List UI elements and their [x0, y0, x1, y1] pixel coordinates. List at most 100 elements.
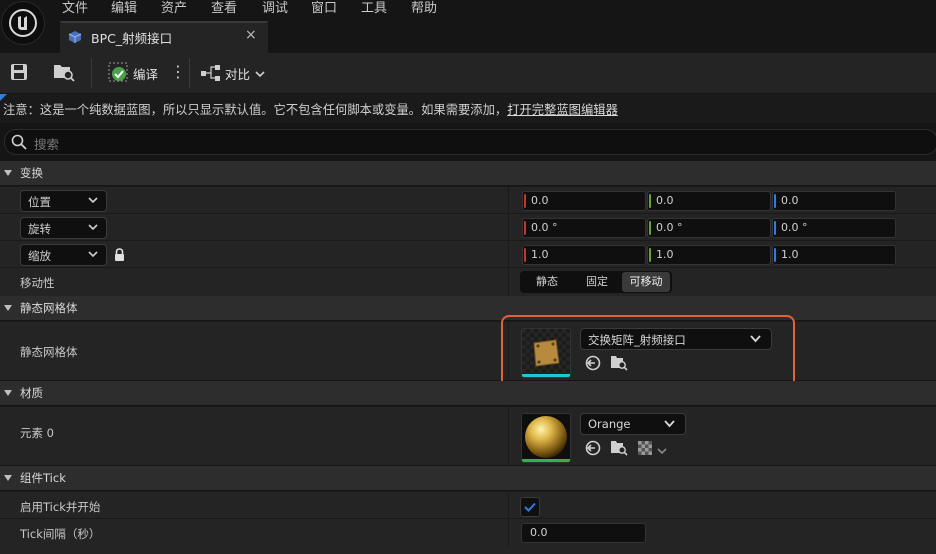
collapse-triangle-icon[interactable] [4, 170, 12, 176]
tab-title: BPC_射频接口 [91, 31, 173, 46]
rotation-y-input[interactable]: 0.0 ° [647, 218, 771, 238]
category-transform[interactable]: 变换 [0, 161, 936, 185]
category-label: 静态网格体 [20, 301, 78, 315]
location-label: 位置 [28, 195, 51, 209]
menu-help[interactable]: 帮助 [411, 0, 437, 16]
y-axis-marker [649, 248, 651, 262]
property-row-rotation: 旋转 0.0 ° 0.0 ° 0.0 ° [0, 213, 936, 241]
location-y-input[interactable]: 0.0 [647, 191, 771, 211]
rotation-x-input[interactable]: 0.0 ° [522, 218, 646, 238]
column-divider[interactable] [508, 492, 509, 519]
menu-edit[interactable]: 编辑 [111, 0, 137, 16]
column-divider[interactable] [508, 241, 509, 268]
y-axis-marker [649, 221, 651, 235]
browse-folder-icon[interactable] [53, 62, 75, 85]
tick-interval-label: Tick间隔（秒） [20, 527, 101, 541]
diff-icon[interactable] [200, 63, 222, 86]
material-thumbnail[interactable] [521, 413, 571, 463]
menu-tools[interactable]: 工具 [361, 0, 387, 16]
notice-corner-marker [0, 94, 7, 101]
rotation-z-input[interactable]: 0.0 ° [772, 218, 896, 238]
toolbar-separator [189, 58, 190, 88]
column-divider[interactable] [508, 187, 509, 214]
collapse-triangle-icon[interactable] [4, 390, 12, 396]
checkmark-icon [524, 502, 536, 512]
material-asset-picker[interactable]: Orange [580, 413, 686, 435]
property-row-mobility: 移动性 静态 固定 可移动 [0, 267, 936, 296]
compile-options-icon[interactable]: ⋮ [170, 62, 186, 81]
blueprint-component-icon [67, 29, 83, 48]
rotation-mode-dropdown[interactable]: 旋转 [20, 217, 107, 239]
title-bar: 文件 编辑 资产 查看 调试 窗口 工具 帮助 BPC_射频接口 × [0, 0, 936, 56]
mobility-movable-option[interactable]: 可移动 [622, 272, 670, 292]
start-with-tick-checkbox[interactable] [520, 497, 540, 517]
category-materials[interactable]: 材质 [0, 381, 936, 405]
column-divider[interactable] [508, 268, 509, 296]
notice-text: 注意：这是一个纯数据蓝图，所以只显示默认值。它不包含任何脚本或变量。如果需要添加… [3, 103, 508, 117]
menu-asset[interactable]: 资产 [161, 0, 187, 16]
chevron-down-icon [88, 224, 98, 231]
tab-close-icon[interactable]: × [245, 27, 257, 43]
menu-window[interactable]: 窗口 [311, 0, 337, 16]
column-divider[interactable] [508, 519, 509, 547]
menu-view[interactable]: 查看 [211, 0, 237, 16]
scale-z-input[interactable]: 1.0 [772, 245, 896, 265]
compile-button[interactable]: 编译 [133, 64, 158, 83]
toolbar-separator [91, 58, 92, 88]
rotation-label: 旋转 [28, 222, 51, 236]
column-divider[interactable] [508, 407, 509, 465]
location-mode-dropdown[interactable]: 位置 [20, 190, 107, 212]
scale-x-input[interactable]: 1.0 [522, 245, 646, 265]
chevron-down-icon [664, 420, 675, 428]
z-axis-marker [774, 221, 776, 235]
chevron-down-icon [88, 197, 98, 204]
property-row-tick-interval: Tick间隔（秒） 0.0 [0, 518, 936, 547]
chevron-down-icon[interactable] [255, 67, 265, 81]
unreal-logo-icon[interactable] [1, 1, 45, 45]
z-axis-marker [774, 248, 776, 262]
x-axis-marker [524, 248, 526, 262]
tab-accent [60, 21, 268, 23]
mobility-static-option[interactable]: 静态 [524, 272, 570, 292]
scale-mode-dropdown[interactable]: 缩放 [20, 244, 107, 266]
menu-debug[interactable]: 调试 [262, 0, 288, 16]
save-icon[interactable] [10, 63, 28, 84]
mobility-stationary-option[interactable]: 固定 [574, 272, 620, 292]
diff-button[interactable]: 对比 [225, 64, 250, 83]
x-axis-marker [524, 221, 526, 235]
chevron-down-icon[interactable] [657, 444, 667, 458]
category-label: 变换 [20, 166, 43, 180]
location-z-input[interactable]: 0.0 [772, 191, 896, 211]
tab-blueprint[interactable]: BPC_射频接口 × [60, 21, 268, 53]
collapse-triangle-icon[interactable] [4, 305, 12, 311]
category-label: 材质 [20, 386, 43, 400]
toolbar: 编译 ⋮ 对比 [0, 53, 936, 93]
start-with-tick-label: 启用Tick并开始 [20, 500, 101, 514]
category-static-mesh[interactable]: 静态网格体 [0, 296, 936, 320]
category-label: 组件Tick [20, 471, 66, 485]
lock-icon[interactable] [114, 248, 125, 264]
z-axis-marker [774, 194, 776, 208]
search-input[interactable]: 搜索 [4, 129, 936, 155]
panel-bottom [0, 546, 936, 554]
column-divider[interactable] [508, 214, 509, 241]
location-x-input[interactable]: 0.0 [522, 191, 646, 211]
use-selected-asset-icon[interactable] [585, 440, 601, 459]
open-full-editor-link[interactable]: 打开完整蓝图编辑器 [507, 103, 618, 117]
static-mesh-label: 静态网格体 [20, 345, 78, 359]
checker-pattern-icon[interactable] [638, 441, 652, 458]
scale-label: 缩放 [28, 249, 51, 263]
search-icon [11, 134, 27, 153]
menu-file[interactable]: 文件 [62, 0, 88, 16]
property-row-start-with-tick: 启用Tick并开始 [0, 491, 936, 519]
browse-asset-icon[interactable] [610, 439, 628, 460]
property-row-material-element: 元素 0 Orange [0, 406, 936, 465]
material-asset-name: Orange [588, 417, 631, 431]
category-component-tick[interactable]: 组件Tick [0, 466, 936, 490]
data-only-notice: 注意：这是一个纯数据蓝图，所以只显示默认值。它不包含任何脚本或变量。如果需要添加… [0, 94, 936, 123]
collapse-triangle-icon[interactable] [4, 475, 12, 481]
tick-interval-input[interactable]: 0.0 [521, 523, 646, 543]
scale-y-input[interactable]: 1.0 [647, 245, 771, 265]
property-row-static-mesh: 静态网格体 交换矩阵_射频接口 [0, 321, 936, 380]
compile-check-icon[interactable] [108, 62, 130, 87]
